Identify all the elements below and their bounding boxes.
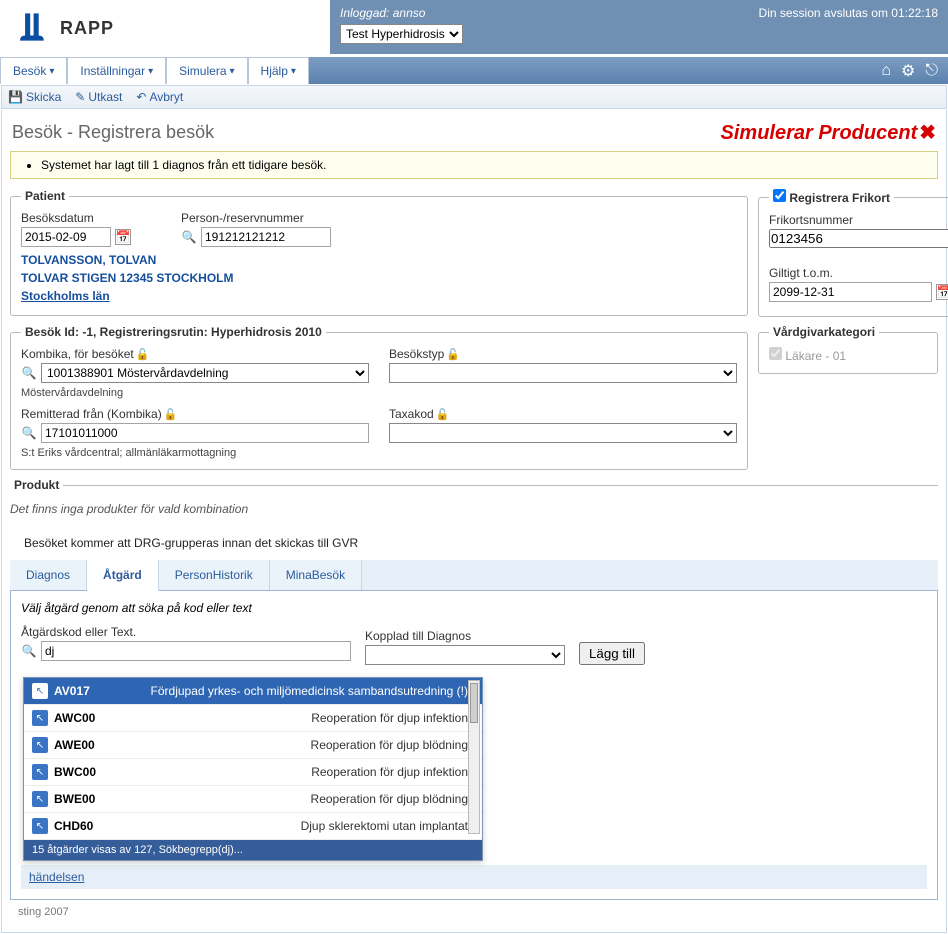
patient-legend: Patient xyxy=(21,189,69,203)
simulation-banner: Simulerar Producent✖ xyxy=(721,120,936,145)
autocomplete-item[interactable]: ↖CHD60Djup sklerektomi utan implantat xyxy=(24,813,482,840)
save-icon: 💾 xyxy=(8,90,23,104)
autocomplete-item[interactable]: ↖AWC00Reoperation för djup infektion xyxy=(24,705,482,732)
nav-hjalp[interactable]: Hjälp xyxy=(248,57,309,84)
lock-icon: 🔓 xyxy=(136,349,150,361)
autocomplete-item[interactable]: ↖AV017Fördjupad yrkes- och miljömedicins… xyxy=(24,678,482,705)
kopplad-select[interactable] xyxy=(365,645,565,665)
product-legend: Produkt xyxy=(10,478,63,492)
autocomplete-item[interactable]: ↖BWC00Reoperation för djup infektion xyxy=(24,759,482,786)
home-icon[interactable]: ⌂ xyxy=(881,62,891,80)
gear-icon[interactable]: ⚙ xyxy=(901,61,915,81)
info-message: Systemet har lagt till 1 diagnos från et… xyxy=(10,151,938,179)
besokstyp-select[interactable] xyxy=(389,363,737,383)
pointer-icon: ↖ xyxy=(32,683,48,699)
autocomplete-item[interactable]: ↖BWE00Reoperation för djup blödning xyxy=(24,786,482,813)
patient-identity: TOLVANSSON, TOLVAN TOLVAR STIGEN 12345 S… xyxy=(21,251,737,305)
frikort-valid-label: Giltigt t.o.m. xyxy=(769,266,948,280)
pnr-input[interactable] xyxy=(201,227,331,247)
add-button[interactable]: Lägg till xyxy=(579,642,645,665)
frikort-number-input[interactable] xyxy=(769,229,948,248)
pointer-icon: ↖ xyxy=(32,737,48,753)
search-icon[interactable]: 🔍 xyxy=(181,229,197,245)
undo-icon: ↶ xyxy=(136,90,146,104)
handelse-link[interactable]: händelsen xyxy=(29,870,84,884)
nav-installningar[interactable]: Inställningar xyxy=(67,57,166,84)
close-icon[interactable]: ✖ xyxy=(919,122,936,144)
atgard-hint: Välj åtgärd genom att söka på kod eller … xyxy=(21,601,927,615)
search-icon[interactable]: 🔍 xyxy=(21,365,37,381)
nav-simulera[interactable]: Simulera xyxy=(166,57,247,84)
pnr-label: Person-/reservnummer xyxy=(181,211,737,225)
tab-personhistorik[interactable]: PersonHistorik xyxy=(159,560,270,590)
kombika-label: Kombika, för besöket🔓 xyxy=(21,347,369,361)
tab-atgard[interactable]: Åtgärd xyxy=(87,560,159,591)
kopplad-label: Kopplad till Diagnos xyxy=(365,629,565,643)
lock-icon: 🔓 xyxy=(164,409,178,421)
kombika-select[interactable]: 1001388901 Möstervårdavdelning xyxy=(41,363,369,383)
besokstyp-label: Besökstyp🔓 xyxy=(389,347,737,361)
tab-minabesok[interactable]: MinaBesök xyxy=(270,560,362,590)
action-toolbar: 💾Skicka ✎Utkast ↶Avbryt xyxy=(1,85,947,109)
remit-input[interactable] xyxy=(41,423,369,443)
logged-in-label: Inloggad: annso xyxy=(340,6,463,20)
search-icon[interactable]: 🔍 xyxy=(21,643,37,659)
lock-icon: 🔓 xyxy=(436,409,450,421)
vardgivar-legend: Vårdgivarkategori xyxy=(769,325,879,339)
send-button[interactable]: 💾Skicka xyxy=(8,90,61,104)
frikort-valid-input[interactable] xyxy=(769,282,932,302)
frikort-number-label: Frikortsnummer xyxy=(769,213,948,227)
app-name: RAPP xyxy=(60,18,114,39)
pointer-icon: ↖ xyxy=(32,791,48,807)
frikort-checkbox[interactable] xyxy=(773,189,786,202)
visit-date-input[interactable] xyxy=(21,227,111,247)
context-select[interactable]: Test Hyperhidrosis xyxy=(340,24,463,44)
main-nav: Besök Inställningar Simulera Hjälp ⌂ ⚙ ⎋ xyxy=(0,57,948,84)
calendar-icon[interactable]: 📅 xyxy=(936,284,948,300)
draft-icon: ✎ xyxy=(75,90,85,104)
taxakod-select[interactable] xyxy=(389,423,737,443)
logo-icon xyxy=(20,10,54,47)
drg-note: Besöket kommer att DRG-grupperas innan d… xyxy=(24,536,938,550)
autocomplete-item[interactable]: ↖AWE00Reoperation för djup blödning xyxy=(24,732,482,759)
scrollbar[interactable] xyxy=(468,680,480,834)
taxakod-label: Taxakod🔓 xyxy=(389,407,737,421)
remit-sub: S:t Eriks vårdcentral; allmänläkarmottag… xyxy=(21,447,369,459)
page-title: Besök - Registrera besök xyxy=(12,122,214,143)
pointer-icon: ↖ xyxy=(32,764,48,780)
cancel-button[interactable]: ↶Avbryt xyxy=(136,90,183,104)
product-none: Det finns inga produkter för vald kombin… xyxy=(10,502,928,516)
search-icon[interactable]: 🔍 xyxy=(21,425,37,441)
region-link[interactable]: Stockholms län xyxy=(21,289,110,303)
pointer-icon: ↖ xyxy=(32,818,48,834)
tab-panel-atgard: Välj åtgärd genom att söka på kod eller … xyxy=(10,591,938,900)
credit: sting 2007 xyxy=(10,900,938,924)
visit-legend: Besök Id: -1, Registreringsrutin: Hyperh… xyxy=(21,325,326,339)
remit-label: Remitterad från (Kombika)🔓 xyxy=(21,407,369,421)
detail-tabs: Diagnos Åtgärd PersonHistorik MinaBesök xyxy=(10,560,938,591)
pointer-icon: ↖ xyxy=(32,710,48,726)
logout-icon[interactable]: ⎋ xyxy=(925,62,938,80)
visit-date-label: Besöksdatum xyxy=(21,211,161,225)
atgard-code-label: Åtgärdskod eller Text. xyxy=(21,625,351,639)
tab-diagnos[interactable]: Diagnos xyxy=(10,560,87,590)
lock-icon: 🔓 xyxy=(446,349,460,361)
autocomplete-status: 15 åtgärder visas av 127, Sökbegrepp(dj)… xyxy=(24,840,482,860)
atgard-code-input[interactable] xyxy=(41,641,351,661)
nav-besok[interactable]: Besök xyxy=(0,57,67,84)
vardgivar-option: Läkare - 01 xyxy=(769,349,846,363)
session-timer: Din session avslutas om 01:22:18 xyxy=(759,6,938,44)
calendar-icon[interactable]: 📅 xyxy=(115,229,131,245)
draft-button[interactable]: ✎Utkast xyxy=(75,90,122,104)
autocomplete-dropdown: ↖AV017Fördjupad yrkes- och miljömedicins… xyxy=(23,677,483,861)
logo-area: RAPP xyxy=(0,0,330,57)
kombika-sub: Möstervårdavdelning xyxy=(21,387,369,399)
